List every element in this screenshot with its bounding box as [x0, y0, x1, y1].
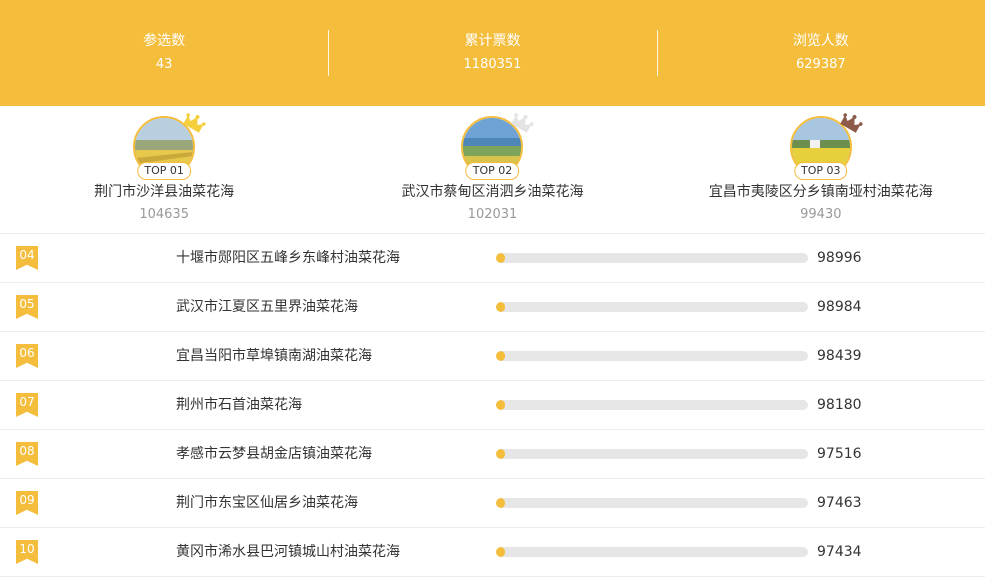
stats-banner: 参选数 43 累计票数 1180351 浏览人数 629387 [0, 0, 985, 106]
top-entry-3[interactable]: TOP 03 宜昌市夷陵区分乡镇南垭村油菜花海 99430 [657, 106, 985, 233]
vote-progress-fill [496, 547, 506, 557]
vote-count: 97463 [817, 495, 862, 511]
top-entry-name: 武汉市蔡甸区消泗乡油菜花海 [401, 184, 584, 200]
entry-name: 孝感市云梦县胡金店镇油菜花海 [176, 446, 372, 462]
top-entry-score: 102031 [467, 207, 518, 222]
top-badge: TOP 01 [137, 162, 191, 180]
top-entry-score: 104635 [139, 207, 189, 222]
vote-progress-bar [496, 253, 808, 263]
stat-label: 浏览人数 [792, 33, 849, 49]
stat-value: 1180351 [463, 57, 522, 72]
rank-ribbon: 09 [16, 491, 38, 515]
rank-ribbon: 08 [16, 442, 38, 466]
stat-label: 参选数 [143, 33, 186, 49]
entry-name: 十堰市郧阳区五峰乡东峰村油菜花海 [176, 250, 400, 266]
vote-progress-fill [496, 498, 506, 508]
crown-silver-icon [511, 113, 535, 133]
entry-name: 荆门市东宝区仙居乡油菜花海 [176, 495, 358, 511]
top-entry-1[interactable]: TOP 01 荆门市沙洋县油菜花海 104635 [0, 106, 328, 233]
rank-ribbon: 04 [16, 246, 38, 270]
vote-count: 97516 [817, 446, 862, 462]
rank-ribbon: 07 [16, 393, 38, 417]
stat-value: 43 [155, 57, 173, 72]
vote-count: 98439 [817, 348, 862, 364]
vote-progress-fill [496, 400, 506, 410]
entry-name: 武汉市江夏区五里界油菜花海 [176, 299, 358, 315]
vote-progress-bar [496, 400, 808, 410]
top-entry-score: 99430 [800, 207, 842, 222]
ranking-row[interactable]: 05 武汉市江夏区五里界油菜花海 98984 [0, 283, 985, 332]
top-badge: TOP 03 [794, 162, 848, 180]
vote-progress-bar [496, 547, 808, 557]
ranking-row[interactable]: 04 十堰市郧阳区五峰乡东峰村油菜花海 98996 [0, 234, 985, 283]
vote-progress-fill [496, 351, 506, 361]
rank-ribbon: 10 [16, 540, 38, 564]
entry-name: 宜昌当阳市草埠镇南湖油菜花海 [176, 348, 372, 364]
top-badge: TOP 02 [465, 162, 520, 180]
vote-count: 98996 [817, 250, 862, 266]
crown-bronze-icon [840, 113, 863, 133]
ranking-row[interactable]: 09 荆门市东宝区仙居乡油菜花海 97463 [0, 479, 985, 528]
vote-progress-bar [496, 498, 808, 508]
crown-gold-icon [183, 113, 206, 133]
stat-label: 累计票数 [464, 33, 521, 49]
stat-candidates: 参选数 43 [0, 0, 328, 106]
top3-podium: TOP 01 荆门市沙洋县油菜花海 104635 TOP 02 武汉市蔡甸区消泗… [0, 106, 985, 234]
top-entry-2[interactable]: TOP 02 武汉市蔡甸区消泗乡油菜花海 102031 [328, 106, 656, 233]
vote-count: 98180 [817, 397, 862, 413]
ranking-row[interactable]: 08 孝感市云梦县胡金店镇油菜花海 97516 [0, 430, 985, 479]
ranking-list: 04 十堰市郧阳区五峰乡东峰村油菜花海 98996 05 武汉市江夏区五里界油菜… [0, 234, 985, 577]
vote-progress-fill [496, 449, 506, 459]
ranking-row[interactable]: 10 黄冈市浠水县巴河镇城山村油菜花海 97434 [0, 528, 985, 577]
stat-views: 浏览人数 629387 [656, 0, 985, 106]
top-entry-name: 宜昌市夷陵区分乡镇南垭村油菜花海 [708, 184, 933, 200]
vote-progress-bar [496, 351, 808, 361]
stat-total-votes: 累计票数 1180351 [328, 0, 656, 106]
entry-name: 荆州市石首油菜花海 [176, 397, 302, 413]
stat-value: 629387 [796, 57, 846, 72]
vote-count: 98984 [817, 299, 862, 315]
rank-ribbon: 05 [16, 295, 38, 319]
ranking-row[interactable]: 06 宜昌当阳市草埠镇南湖油菜花海 98439 [0, 332, 985, 381]
vote-progress-bar [496, 302, 808, 312]
vote-progress-fill [496, 302, 506, 312]
vote-count: 97434 [817, 544, 862, 560]
rank-ribbon: 06 [16, 344, 38, 368]
top-entry-name: 荆门市沙洋县油菜花海 [94, 184, 235, 200]
entry-name: 黄冈市浠水县巴河镇城山村油菜花海 [176, 544, 400, 560]
vote-progress-fill [496, 253, 506, 263]
vote-progress-bar [496, 449, 808, 459]
ranking-row[interactable]: 07 荆州市石首油菜花海 98180 [0, 381, 985, 430]
